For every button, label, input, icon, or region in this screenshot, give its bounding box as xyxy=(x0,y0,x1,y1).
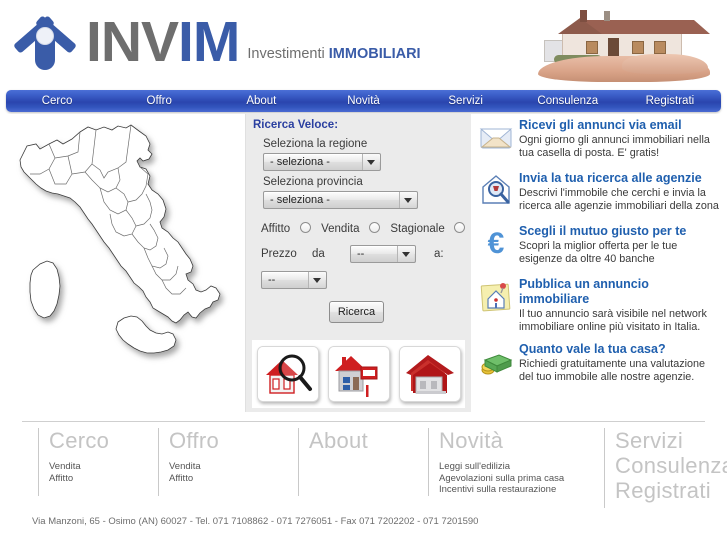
logo-word-blue: IM xyxy=(178,10,240,74)
house-for-sale-thumb[interactable] xyxy=(327,346,390,402)
chevron-down-icon xyxy=(399,192,416,208)
footer-divider xyxy=(22,421,705,422)
service-title: Ricevi gli annunci via email xyxy=(519,118,682,132)
footer-heading-registrati[interactable]: Registrati xyxy=(615,478,724,503)
nav-item-cerco[interactable]: Cerco xyxy=(6,90,108,112)
house-villa-thumb[interactable] xyxy=(398,346,461,402)
nav-item-servizi[interactable]: Servizi xyxy=(415,90,517,112)
footer-address: Via Manzoni, 65 - Osimo (AN) 60027 - Tel… xyxy=(32,516,479,527)
chevron-down-icon xyxy=(397,246,414,262)
logo-tagline: Investimenti IMMOBILIARI xyxy=(247,46,420,62)
chevron-down-icon xyxy=(308,272,325,288)
ricerca-submit-button[interactable]: Ricerca xyxy=(329,301,384,323)
radio-affitto[interactable] xyxy=(299,222,311,234)
money-icon xyxy=(479,344,513,378)
footer-heading-cerco[interactable]: Cerco xyxy=(49,428,158,454)
tagline-gray: Investimenti xyxy=(247,46,325,62)
province-select-value: - seleziona - xyxy=(270,194,330,206)
price-to-label: a: xyxy=(434,248,444,260)
site-header: INVIM Investimenti IMMOBILIARI xyxy=(0,0,727,88)
italy-map[interactable] xyxy=(0,114,245,412)
province-select[interactable]: - seleziona - xyxy=(263,191,418,209)
province-label: Seleziona provincia xyxy=(263,176,363,188)
region-label: Seleziona la regione xyxy=(263,138,368,150)
contract-type-radio-group: Affitto Vendita Stagionale xyxy=(261,219,466,237)
house-in-hand-image xyxy=(532,4,717,84)
price-to-select[interactable]: -- xyxy=(261,271,327,289)
logo-wordmark: INVIM xyxy=(86,14,240,71)
footer-column-services: Servizi Consulenza Registrati xyxy=(604,428,727,508)
radio-label-stagionale: Stagionale xyxy=(390,223,445,235)
service-title: Scegli il mutuo giusto per te xyxy=(519,224,687,238)
service-desc: Richiedi gratuitamente una valutazione d… xyxy=(519,358,706,383)
service-desc: Ogni giorno gli annunci immobiliari nell… xyxy=(519,134,710,159)
tagline-blue: IMMOBILIARI xyxy=(328,46,421,62)
footer-column-about: About xyxy=(298,428,428,496)
service-title: Invia la tua ricerca alle agenzie xyxy=(519,171,702,185)
footer-heading-servizi[interactable]: Servizi xyxy=(615,428,724,453)
nav-item-consulenza[interactable]: Consulenza xyxy=(517,90,619,112)
footer-column-cerco: Cerco Vendita Affitto xyxy=(38,428,158,496)
footer-column-novita: Novità Leggi sull'edilizia Agevolazioni … xyxy=(428,428,593,496)
svg-text:€: € xyxy=(488,227,505,260)
main-content: Ricerca Veloce: Seleziona la regione - s… xyxy=(0,114,727,414)
radio-label-vendita: Vendita xyxy=(321,223,360,235)
footer-link-offro-affitto[interactable]: Affitto xyxy=(169,473,288,485)
radio-stagionale[interactable] xyxy=(454,222,466,234)
radio-vendita[interactable] xyxy=(368,222,380,234)
footer-heading-novita[interactable]: Novità xyxy=(439,428,593,454)
service-item-mortgage[interactable]: € Scegli il mutuo giusto per te Scopri l… xyxy=(471,224,727,268)
footer-link-cerco-affitto[interactable]: Affitto xyxy=(49,473,158,485)
note-house-pin-icon xyxy=(479,279,513,313)
nav-item-registrati[interactable]: Registrati xyxy=(619,90,721,112)
site-footer: Cerco Vendita Affitto Offro Vendita Affi… xyxy=(0,428,727,508)
radio-label-affitto: Affitto xyxy=(261,223,291,235)
footer-heading-offro[interactable]: Offro xyxy=(169,428,288,454)
house-magnifier-icon xyxy=(479,173,513,207)
footer-column-offro: Offro Vendita Affitto xyxy=(158,428,288,496)
footer-link-edilizia[interactable]: Leggi sull'edilizia xyxy=(439,461,593,473)
envelope-icon xyxy=(479,120,513,154)
service-item-send-search[interactable]: Invia la tua ricerca alle agenzie Descri… xyxy=(471,171,727,215)
service-item-email[interactable]: Ricevi gli annunci via email Ogni giorno… xyxy=(471,118,727,162)
property-thumbnail-strip xyxy=(252,340,465,408)
house-search-thumb[interactable] xyxy=(256,346,319,402)
services-panel: Ricevi gli annunci via email Ogni giorno… xyxy=(471,114,727,412)
price-from-value: -- xyxy=(357,248,365,260)
price-label: Prezzo xyxy=(261,248,297,260)
region-select-value: - seleziona - xyxy=(270,156,330,168)
service-item-publish-ad[interactable]: Pubblica un annuncio immobiliare Il tuo … xyxy=(471,277,727,333)
footer-heading-about[interactable]: About xyxy=(309,428,428,454)
footer-link-offro-vendita[interactable]: Vendita xyxy=(169,461,288,473)
price-from-select[interactable]: -- xyxy=(350,245,416,263)
footer-link-cerco-vendita[interactable]: Vendita xyxy=(49,461,158,473)
invim-house-pin-icon xyxy=(10,8,80,70)
quick-search-title: Ricerca Veloce: xyxy=(253,119,339,131)
footer-link-prima-casa[interactable]: Agevolazioni sulla prima casa xyxy=(439,473,593,485)
service-item-valuation[interactable]: Quanto vale la tua casa? Richiedi gratui… xyxy=(471,342,727,386)
logo-word-gray: INV xyxy=(86,10,179,74)
nav-item-about[interactable]: About xyxy=(210,90,312,112)
service-title: Quanto vale la tua casa? xyxy=(519,342,666,356)
logo[interactable]: INVIM Investimenti IMMOBILIARI xyxy=(10,8,421,71)
service-title: Pubblica un annuncio immobiliare xyxy=(519,277,649,306)
price-to-value: -- xyxy=(268,274,276,286)
footer-heading-consulenza[interactable]: Consulenza xyxy=(615,453,727,478)
price-from-label: da xyxy=(312,248,325,260)
italy-map-panel xyxy=(0,114,245,412)
main-navigation: Cerco Offro About Novità Servizi Consule… xyxy=(6,90,721,112)
nav-item-offro[interactable]: Offro xyxy=(108,90,210,112)
region-select[interactable]: - seleziona - xyxy=(263,153,381,171)
quick-search-panel: Ricerca Veloce: Seleziona la regione - s… xyxy=(245,114,471,412)
service-desc: Descrivi l'immobile che cerchi e invia l… xyxy=(519,187,719,212)
footer-link-restaurazione[interactable]: Incentivi sulla restaurazione xyxy=(439,484,593,496)
chevron-down-icon xyxy=(362,154,379,170)
service-desc: Scopri la miglior offerta per le tue esi… xyxy=(519,240,678,265)
service-desc: Il tuo annuncio sarà visibile nel networ… xyxy=(519,308,707,333)
euro-icon: € xyxy=(479,226,513,260)
nav-item-novita[interactable]: Novità xyxy=(312,90,414,112)
